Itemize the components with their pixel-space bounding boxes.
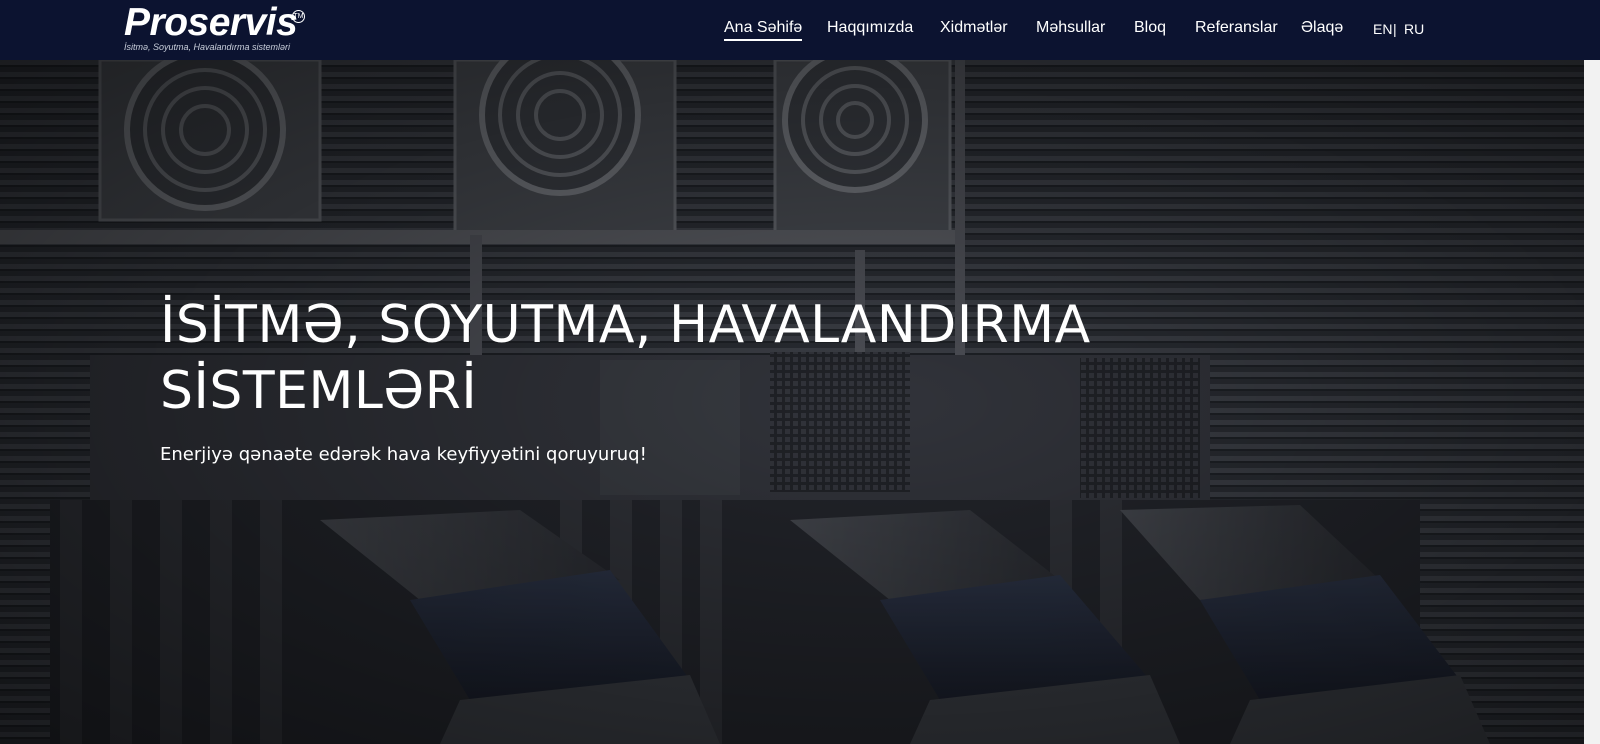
nav-link-home[interactable]: Ana Səhifə [724,19,803,41]
trademark-icon: TM [292,10,305,23]
nav-link-references[interactable]: Referanslar [1195,19,1278,37]
hero-title: İSİTMƏ, SOYUTMA, HAVALANDIRMA SİSTEMLƏRİ [160,292,1160,424]
nav-link-about[interactable]: Haqqımızda [827,19,913,37]
hero-subtitle: Enerjiyə qənaəte edərək hava keyfiyyətin… [160,444,647,465]
lang-separator: | [1393,21,1397,37]
navbar: Proservis TM İsitmə, Soyutma, Havalandır… [0,0,1600,60]
page: Proservis TM İsitmə, Soyutma, Havalandır… [0,0,1600,744]
lang-en[interactable]: EN [1373,21,1392,37]
nav-link-services[interactable]: Xidmətlər [940,19,1008,37]
logo-wordmark: Proservis [124,1,298,44]
nav-link-blog[interactable]: Bloq [1134,19,1166,37]
hero-title-line-2: SİSTEMLƏRİ [160,361,478,421]
lang-ru[interactable]: RU [1404,21,1424,37]
nav-link-products[interactable]: Məhsullar [1036,19,1105,37]
logo-tagline: İsitmə, Soyutma, Havalandırma sistemləri [124,42,291,52]
scrollbar-track[interactable] [1584,60,1600,744]
logo[interactable]: Proservis TM İsitmə, Soyutma, Havalandır… [124,1,305,52]
nav-link-contact[interactable]: Əlaqə [1301,19,1343,37]
hero-section: İSİTMƏ, SOYUTMA, HAVALANDIRMA SİSTEMLƏRİ… [0,60,1600,744]
hero-title-line-1: İSİTMƏ, SOYUTMA, HAVALANDIRMA [160,295,1091,355]
